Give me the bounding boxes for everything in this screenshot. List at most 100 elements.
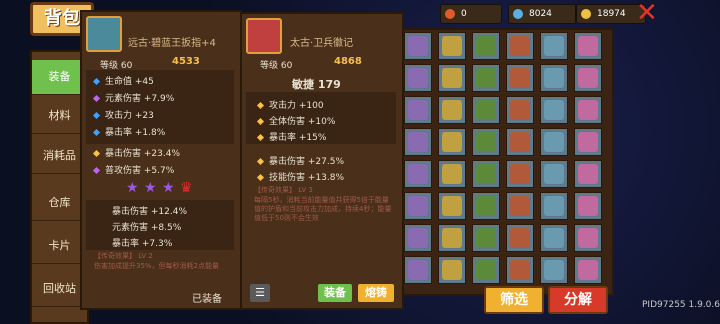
equipped-label: 已装备 [192,294,222,305]
inventory-slot[interactable] [472,160,500,188]
inventory-slot[interactable] [506,256,534,284]
gem-counter: 0 + [440,4,519,24]
stat-row: 全体伤害 +10% [256,114,335,127]
inventory-slot[interactable] [404,64,432,92]
inventory-slot[interactable] [540,256,568,284]
sidebar-item-warehouse[interactable]: 仓库 [32,186,87,221]
close-icon[interactable]: ✕ [636,0,658,26]
sidebar-item-materials[interactable]: 材料 [32,99,87,134]
item-icon [578,132,598,152]
item-icon [476,196,496,216]
inventory-slot[interactable] [540,224,568,252]
inventory-slot[interactable] [506,160,534,188]
inventory-slot[interactable] [404,224,432,252]
inventory-slot[interactable] [574,224,602,252]
stat-row: 元素伤害 +8.5% [112,223,182,233]
inventory-slot[interactable] [540,32,568,60]
inventory-slot[interactable] [404,128,432,156]
item-icon [442,228,462,248]
stat-row: 暴击伤害 +27.5% [256,154,344,167]
power-value: 4533 [172,56,200,67]
inventory-slot[interactable] [506,192,534,220]
star-icon: ★ [162,180,175,196]
item-icon [442,36,462,56]
item-icon [510,228,530,248]
item-icon [544,100,564,120]
sidebar-item-consumables[interactable]: 消耗品 [32,139,87,174]
power-value: 4868 [334,56,362,67]
inventory-slot[interactable] [540,192,568,220]
inventory-slot[interactable] [540,160,568,188]
inventory-slot[interactable] [472,224,500,252]
equip-button[interactable]: 装备 [318,284,352,302]
inventory-slot[interactable] [472,96,500,124]
inventory-slot[interactable] [540,96,568,124]
inventory-slot[interactable] [574,64,602,92]
inventory-slot[interactable] [472,32,500,60]
item-icon [408,68,428,88]
inventory-slot[interactable] [506,32,534,60]
ring-icon [86,16,122,52]
inventory-slot[interactable] [506,224,534,252]
inventory-slot[interactable] [574,128,602,156]
inventory-slot[interactable] [472,192,500,220]
filter-button[interactable]: 筛选 [484,286,544,314]
item-icon [510,164,530,184]
legend-effect-text: 伤害加成提升35%，但每秒消耗2点能量 [94,262,220,270]
item-icon [442,196,462,216]
inventory-slot[interactable] [506,64,534,92]
inventory-slot[interactable] [574,192,602,220]
sidebar-item-recycle[interactable]: 回收站 [32,272,87,307]
inventory-slot[interactable] [574,96,602,124]
item-icon [544,260,564,280]
inventory-slot[interactable] [438,64,466,92]
inventory-slot[interactable] [472,128,500,156]
gold-coin-icon [581,9,591,19]
inventory-slot[interactable] [404,192,432,220]
inventory-slot[interactable] [404,160,432,188]
item-icon [544,36,564,56]
item-detail-panel-equipped: 远古·碧蓝王扳指+4 等级 60 4533 生命值 +45 元素伤害 +7.9%… [80,10,242,310]
decompose-button[interactable]: 分解 [548,286,608,314]
item-icon [476,68,496,88]
inventory-slot[interactable] [506,128,534,156]
item-icon [544,68,564,88]
inventory-slot[interactable] [404,32,432,60]
item-icon [578,100,598,120]
inventory-slot[interactable] [540,128,568,156]
inventory-slot[interactable] [404,256,432,284]
item-icon [408,132,428,152]
star-icon: ★ [126,180,139,196]
item-icon [544,164,564,184]
stat-row: 攻击力 +23 [92,108,154,121]
inventory-slot[interactable] [540,64,568,92]
item-icon [442,132,462,152]
stat-row: 技能伤害 +13.8% [256,170,344,183]
inventory-slot[interactable] [438,160,466,188]
inventory-slot[interactable] [438,192,466,220]
melt-button[interactable]: 熔铸 [358,284,394,302]
inventory-slot[interactable] [438,224,466,252]
inventory-slot[interactable] [472,256,500,284]
sidebar-item-equipment[interactable]: 装备 [32,60,87,95]
inventory-slot[interactable] [506,96,534,124]
stat-row: 暴击伤害 +12.4% [112,207,187,217]
item-name: 远古·碧蓝王扳指+4 [128,38,216,49]
item-icon [510,196,530,216]
inventory-slot[interactable] [438,32,466,60]
inventory-slot[interactable] [574,32,602,60]
list-icon[interactable]: ☰ [250,284,270,302]
stat-row: 暴击伤害 +23.4% [92,146,180,159]
inventory-slot[interactable] [438,128,466,156]
version-label: PID97255 1.9.0.6 [642,300,720,310]
inventory-slot[interactable] [472,64,500,92]
stat-row: 暴击率 +7.3% [112,239,173,249]
stat-row: 暴击率 +15% [256,130,326,143]
inventory-slot[interactable] [438,256,466,284]
inventory-slot[interactable] [438,96,466,124]
sidebar-item-cards[interactable]: 卡片 [32,229,87,264]
inventory-slot[interactable] [574,256,602,284]
inventory-slot[interactable] [574,160,602,188]
inventory-slot[interactable] [404,96,432,124]
item-icon [442,68,462,88]
